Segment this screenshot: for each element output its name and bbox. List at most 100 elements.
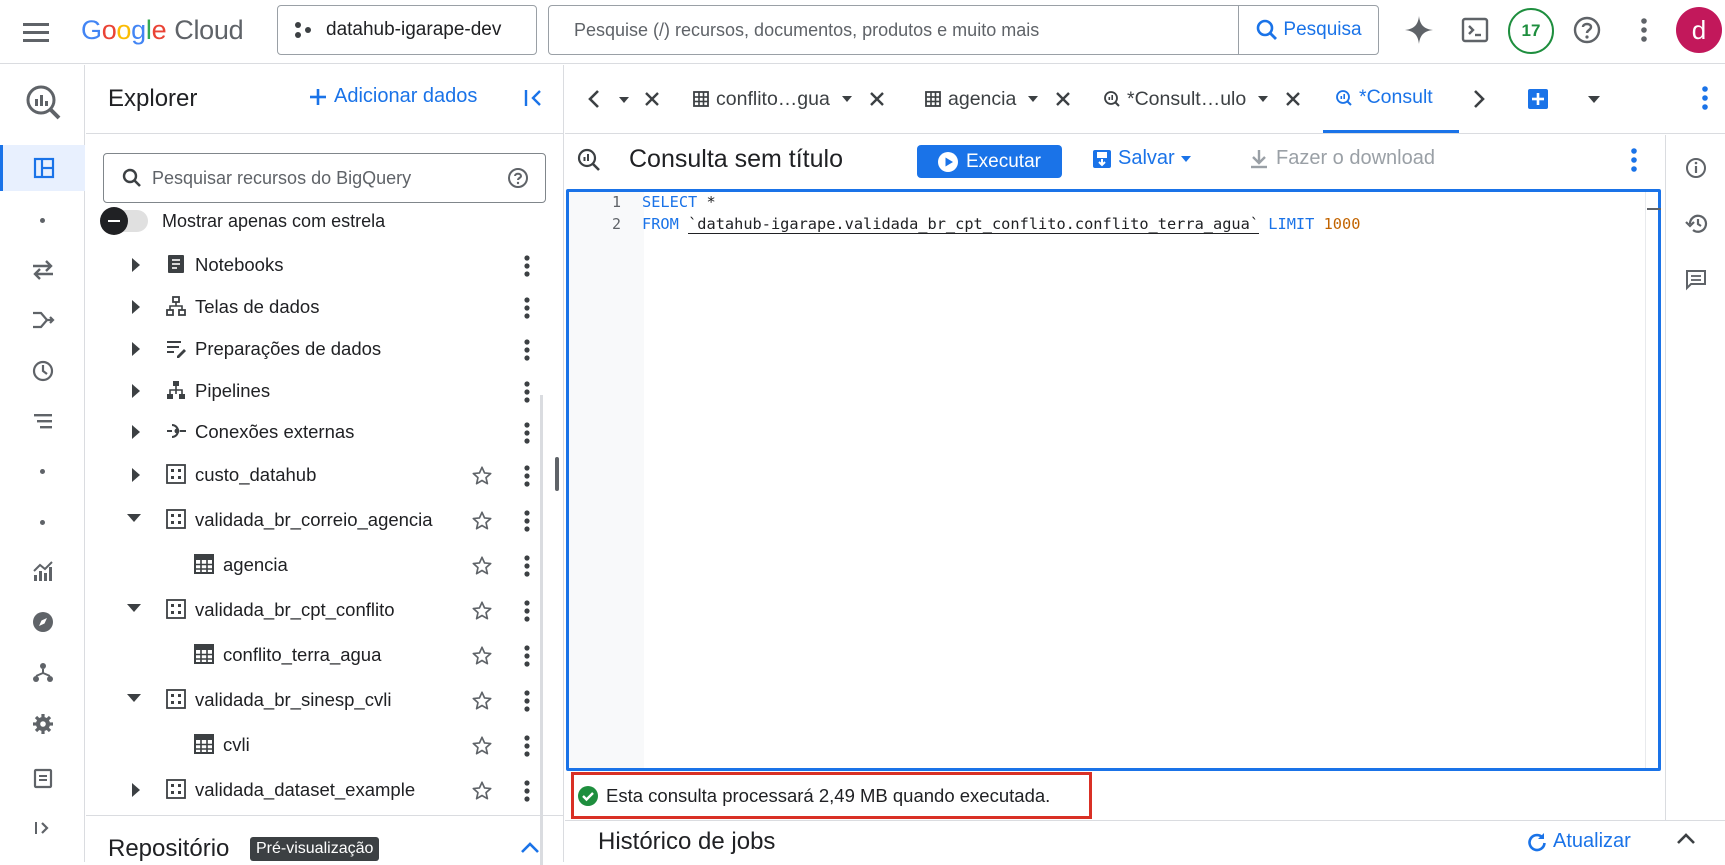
- explorer-scrollbar[interactable]: [555, 457, 559, 491]
- tab-close-icon[interactable]: [1055, 91, 1071, 107]
- more-options-icon[interactable]: [1701, 85, 1709, 111]
- tab-scroll-right-icon[interactable]: [1472, 89, 1486, 109]
- cloud-shell-icon[interactable]: [1459, 14, 1491, 46]
- more-options-icon[interactable]: [523, 690, 531, 712]
- expand-caret-right-icon[interactable]: [130, 341, 142, 357]
- new-tab-plus-icon[interactable]: [1527, 88, 1549, 110]
- tree-item[interactable]: conflito_terra_agua: [86, 635, 556, 677]
- tab-close-icon[interactable]: [869, 91, 885, 107]
- expand-caret-down-icon[interactable]: [126, 692, 142, 704]
- more-options-icon[interactable]: [523, 510, 531, 532]
- tree-item[interactable]: custo_datahub: [86, 455, 556, 497]
- search-button[interactable]: Pesquisa: [1238, 5, 1379, 55]
- main-menu-icon[interactable]: [20, 16, 52, 48]
- tree-item[interactable]: Notebooks: [86, 245, 556, 287]
- expand-caret-down-icon[interactable]: [126, 512, 142, 524]
- nav-dot-icon[interactable]: [0, 448, 85, 494]
- chevron-up-icon[interactable]: [1676, 831, 1696, 845]
- toggle-switch[interactable]: [100, 207, 148, 235]
- star-icon[interactable]: [471, 690, 493, 712]
- tab-query-active[interactable]: *Consult: [1323, 65, 1459, 133]
- star-icon[interactable]: [471, 465, 493, 487]
- settings-gear-icon[interactable]: [0, 701, 85, 747]
- more-options-icon[interactable]: [1628, 14, 1660, 46]
- more-options-icon[interactable]: [523, 645, 531, 667]
- tab-agencia[interactable]: agencia: [925, 65, 1071, 133]
- expand-nav-icon[interactable]: [0, 805, 85, 851]
- global-search-input[interactable]: Pesquise (/) recursos, documentos, produ…: [548, 5, 1239, 55]
- add-data-button[interactable]: Adicionar dados: [308, 85, 477, 108]
- more-options-icon[interactable]: [523, 297, 531, 319]
- nav-pipeline-icon[interactable]: [0, 297, 85, 343]
- tree-item[interactable]: Telas de dados: [86, 287, 556, 329]
- nav-list-icon[interactable]: [0, 398, 85, 444]
- more-options-icon[interactable]: [523, 381, 531, 403]
- tree-item[interactable]: validada_dataset_example: [86, 770, 556, 812]
- help-icon[interactable]: [507, 167, 529, 189]
- star-icon[interactable]: [471, 600, 493, 622]
- star-icon[interactable]: [471, 510, 493, 532]
- more-options-icon[interactable]: [523, 555, 531, 577]
- expand-caret-right-icon[interactable]: [130, 467, 142, 483]
- nav-studio-icon[interactable]: [0, 145, 85, 191]
- expand-caret-right-icon[interactable]: [130, 299, 142, 315]
- tree-item[interactable]: agencia: [86, 545, 556, 587]
- collapse-panel-icon[interactable]: [523, 87, 545, 109]
- tab-scroll-left-icon[interactable]: [587, 89, 601, 109]
- expand-caret-right-icon[interactable]: [130, 782, 142, 798]
- notifications-badge[interactable]: 17: [1508, 8, 1554, 54]
- tabs-dropdown-icon[interactable]: [1588, 96, 1600, 103]
- expand-caret-right-icon[interactable]: [130, 257, 142, 273]
- tab-close-icon[interactable]: [1285, 91, 1301, 107]
- star-icon[interactable]: [471, 555, 493, 577]
- tree-item[interactable]: cvli: [86, 725, 556, 767]
- tree-item[interactable]: validada_br_correio_agencia: [86, 500, 556, 542]
- tab-query-untitled[interactable]: *Consult…ulo: [1103, 65, 1301, 133]
- nav-dot-icon[interactable]: [0, 197, 85, 243]
- info-icon[interactable]: [1685, 157, 1707, 179]
- history-icon[interactable]: [1685, 213, 1709, 235]
- tab-dropdown-icon[interactable]: [1258, 96, 1269, 102]
- tab-close-icon[interactable]: [644, 91, 660, 107]
- gemini-sparkle-icon[interactable]: [1403, 14, 1435, 46]
- google-cloud-logo[interactable]: Google Cloud: [81, 12, 244, 48]
- sql-editor[interactable]: 1 2 SELECT * FROM `datahub-igarape.valid…: [566, 189, 1661, 771]
- tab-conflito-terra-agua[interactable]: conflito…gua: [693, 65, 885, 133]
- tab-dropdown-icon[interactable]: [1028, 96, 1039, 102]
- comments-icon[interactable]: [1685, 269, 1707, 291]
- more-options-icon[interactable]: [523, 465, 531, 487]
- avatar[interactable]: d: [1676, 7, 1722, 53]
- nav-explore-icon[interactable]: [0, 599, 85, 645]
- tab-dropdown-icon[interactable]: [619, 97, 629, 103]
- help-icon[interactable]: [1571, 14, 1603, 46]
- nav-dot-icon[interactable]: [0, 499, 85, 545]
- more-options-icon[interactable]: [523, 600, 531, 622]
- expand-caret-right-icon[interactable]: [130, 383, 142, 399]
- star-icon[interactable]: [471, 645, 493, 667]
- starred-only-toggle[interactable]: Mostrar apenas com estrela: [100, 207, 385, 235]
- more-options-icon[interactable]: [523, 255, 531, 277]
- refresh-button[interactable]: Atualizar: [1527, 830, 1631, 853]
- tree-item[interactable]: Pipelines: [86, 371, 556, 413]
- download-button[interactable]: Fazer o download: [1250, 147, 1435, 170]
- nav-hierarchy-icon[interactable]: [0, 650, 85, 696]
- run-query-button[interactable]: Executar: [917, 145, 1062, 178]
- tab-dropdown-icon[interactable]: [841, 96, 852, 102]
- tree-item[interactable]: validada_br_sinesp_cvli: [86, 680, 556, 722]
- bigquery-resource-search-input[interactable]: Pesquisar recursos do BigQuery: [103, 153, 546, 203]
- editor-scrollbar[interactable]: [1645, 192, 1661, 768]
- save-button[interactable]: Salvar: [1092, 147, 1191, 170]
- more-options-icon[interactable]: [523, 735, 531, 757]
- more-options-icon[interactable]: [523, 339, 531, 361]
- nav-analytics-icon[interactable]: [0, 549, 85, 595]
- tree-item[interactable]: Preparações de dados: [86, 329, 556, 371]
- nav-release-notes-icon[interactable]: [0, 755, 85, 801]
- code-line[interactable]: SELECT *: [642, 193, 716, 211]
- table-reference[interactable]: `datahub-igarape.validada_br_cpt_conflit…: [688, 215, 1260, 234]
- bigquery-logo-icon[interactable]: [0, 79, 85, 125]
- nav-transfer-icon[interactable]: [0, 247, 85, 293]
- star-icon[interactable]: [471, 780, 493, 802]
- expand-caret-right-icon[interactable]: [130, 424, 142, 440]
- tree-item[interactable]: Conexões externas: [86, 412, 556, 454]
- star-icon[interactable]: [471, 735, 493, 757]
